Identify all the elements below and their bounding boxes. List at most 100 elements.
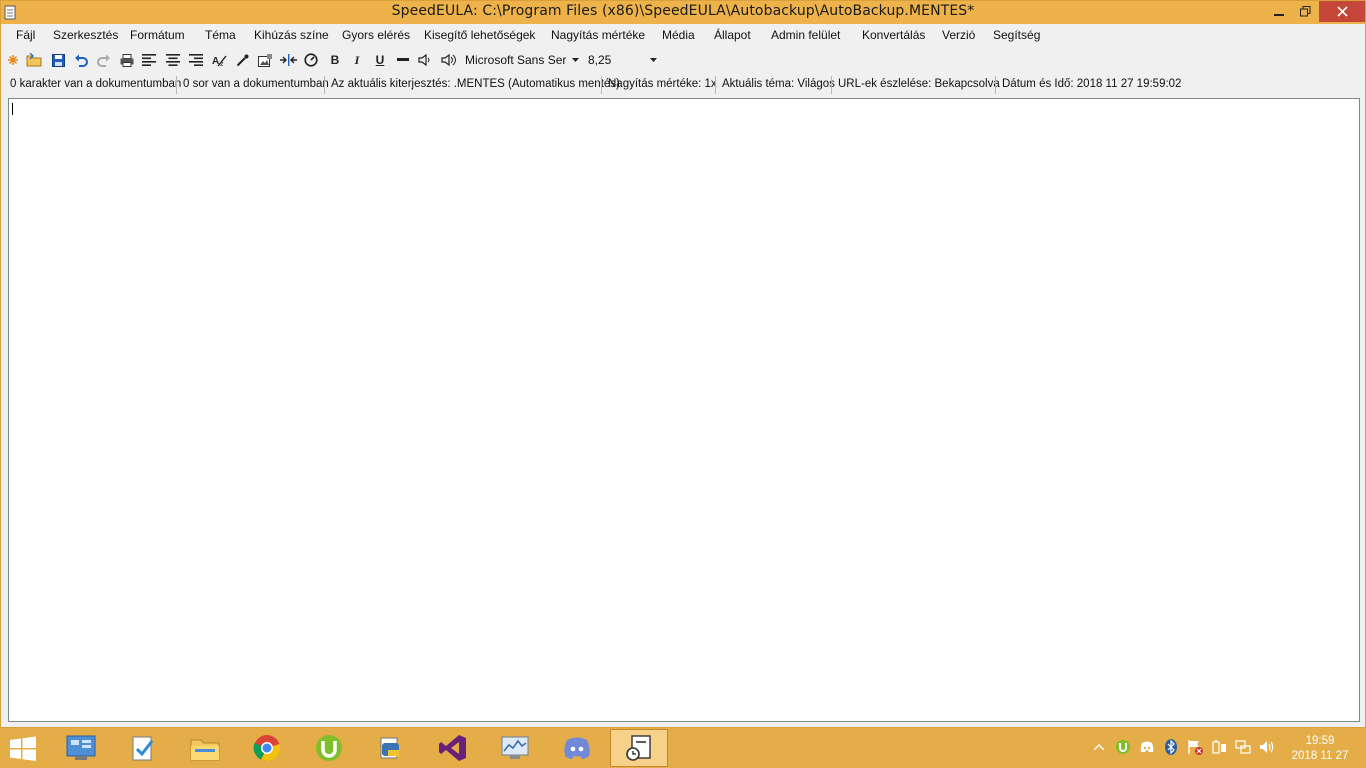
url-detection-status: URL-ek észlelése: Bekapcsolva <box>838 78 1000 90</box>
align-center-button[interactable] <box>164 51 182 69</box>
tray-utorrent[interactable] <box>1114 738 1132 756</box>
window-title: SpeedEULA: C:\Program Files (x86)\SpeedE… <box>391 3 975 19</box>
menu-edit[interactable]: Szerkesztés <box>53 28 118 42</box>
menu-file[interactable]: Fájl <box>16 28 35 42</box>
align-right-icon <box>189 54 203 66</box>
speak-button[interactable] <box>416 51 434 69</box>
tray-bluetooth[interactable] <box>1162 738 1180 756</box>
restore-button[interactable] <box>1292 1 1318 22</box>
open-button[interactable] <box>25 51 43 69</box>
app-window: SpeedEULA: C:\Program Files (x86)\SpeedE… <box>0 0 1366 728</box>
utorrent-tray-icon <box>1116 740 1130 754</box>
clear-format-icon: Az <box>212 55 227 67</box>
menu-admin[interactable]: Admin felület <box>771 28 840 42</box>
menu-version[interactable]: Verzió <box>942 28 975 42</box>
taskbar-visual-studio[interactable] <box>424 729 482 767</box>
taskbar-resource-monitor[interactable] <box>486 729 544 767</box>
chevron-down-icon[interactable] <box>647 50 659 70</box>
undo-icon <box>75 54 88 67</box>
menu-format[interactable]: Formátum <box>130 28 185 42</box>
read-aloud-button[interactable] <box>440 51 458 69</box>
menu-quick-access[interactable]: Gyors elérés <box>342 28 410 42</box>
tray-volume[interactable] <box>1258 738 1276 756</box>
status-separator <box>176 76 177 94</box>
redo-icon <box>97 54 110 67</box>
extension-status: Az aktuális kiterjesztés: .MENTES (Autom… <box>331 78 620 90</box>
taskbar-file-explorer[interactable] <box>176 729 234 767</box>
tray-action-center[interactable] <box>1186 738 1204 756</box>
menu-highlight-color[interactable]: Kihúzás színe <box>254 28 329 42</box>
chevron-up-icon <box>1094 744 1104 750</box>
align-center-icon <box>166 54 180 66</box>
color-picker-button[interactable] <box>233 51 251 69</box>
status-separator <box>715 76 716 94</box>
taskbar-control-panel[interactable] <box>52 729 110 767</box>
eyedropper-icon <box>236 54 248 66</box>
font-size-select[interactable]: 8,25 <box>586 50 659 70</box>
tray-discord[interactable] <box>1138 738 1156 756</box>
menu-help[interactable]: Segítség <box>993 28 1040 42</box>
tray-power[interactable] <box>1210 738 1228 756</box>
speaker-icon <box>1260 741 1274 753</box>
print-button[interactable] <box>118 51 136 69</box>
python-icon <box>380 737 399 759</box>
align-left-button[interactable] <box>140 51 158 69</box>
menu-accessibility[interactable]: Kisegítő lehetőségek <box>424 28 535 42</box>
minimize-button[interactable] <box>1266 1 1292 22</box>
menu-bar: Fájl Szerkesztés Formátum Téma Kihúzás s… <box>1 25 1365 47</box>
taskbar-speedeula[interactable] <box>610 729 668 767</box>
bold-button[interactable]: B <box>326 51 344 69</box>
undo-button[interactable] <box>72 51 90 69</box>
menu-status[interactable]: Állapot <box>714 28 751 42</box>
taskbar-discord[interactable] <box>548 729 606 767</box>
image-icon <box>258 53 272 67</box>
system-clock[interactable]: 19:59 2018 11 27 <box>1290 734 1350 764</box>
new-button[interactable] <box>4 51 22 69</box>
network-icon <box>1235 740 1251 754</box>
menu-theme[interactable]: Téma <box>205 28 236 42</box>
discord-tray-icon <box>1140 741 1154 752</box>
font-family-value: Microsoft Sans Ser <box>465 53 567 67</box>
taskbar-setup[interactable] <box>114 729 172 767</box>
volume-icon <box>440 54 456 66</box>
word-wrap-icon <box>279 54 297 66</box>
utorrent-icon <box>316 735 342 761</box>
installer-icon <box>132 736 154 761</box>
taskbar-utorrent[interactable] <box>300 729 358 767</box>
underline-button[interactable]: U <box>371 51 389 69</box>
control-panel-icon <box>66 735 96 760</box>
strikethrough-button[interactable] <box>394 51 412 69</box>
clock-time: 19:59 <box>1305 735 1335 747</box>
tray-network[interactable] <box>1234 738 1252 756</box>
clear-format-button[interactable]: Az <box>210 51 228 69</box>
redo-button[interactable] <box>95 51 113 69</box>
printer-icon <box>120 53 134 67</box>
open-folder-icon <box>26 53 42 67</box>
chevron-down-icon[interactable] <box>569 50 581 70</box>
word-wrap-button[interactable] <box>279 51 297 69</box>
taskbar-python[interactable] <box>362 729 420 767</box>
align-right-button[interactable] <box>187 51 205 69</box>
save-button[interactable] <box>49 51 67 69</box>
underline-label: U <box>375 53 385 67</box>
menu-zoom[interactable]: Nagyítás mértéke <box>551 28 645 42</box>
close-button[interactable] <box>1319 1 1365 22</box>
svg-text:z: z <box>220 61 224 67</box>
datetime-status: Dátum és Idő: 2018 11 27 19:59:02 <box>1002 78 1182 90</box>
taskbar-chrome[interactable] <box>238 729 296 767</box>
windows-logo-icon <box>10 736 36 761</box>
text-editor[interactable] <box>8 98 1360 722</box>
title-bar[interactable]: SpeedEULA: C:\Program Files (x86)\SpeedE… <box>1 1 1365 24</box>
insert-image-button[interactable] <box>256 51 274 69</box>
text-caret <box>12 103 13 115</box>
discord-icon <box>564 737 590 759</box>
flag-warning-icon <box>1188 740 1203 755</box>
timer-button[interactable] <box>302 51 320 69</box>
line-count-status: 0 sor van a dokumentumban <box>183 78 329 90</box>
menu-convert[interactable]: Konvertálás <box>862 28 925 42</box>
italic-button[interactable]: I <box>348 51 366 69</box>
show-hidden-icons-button[interactable] <box>1090 738 1108 756</box>
start-button[interactable] <box>8 736 38 762</box>
font-family-select[interactable]: Microsoft Sans Ser <box>463 50 581 70</box>
menu-media[interactable]: Média <box>662 28 695 42</box>
